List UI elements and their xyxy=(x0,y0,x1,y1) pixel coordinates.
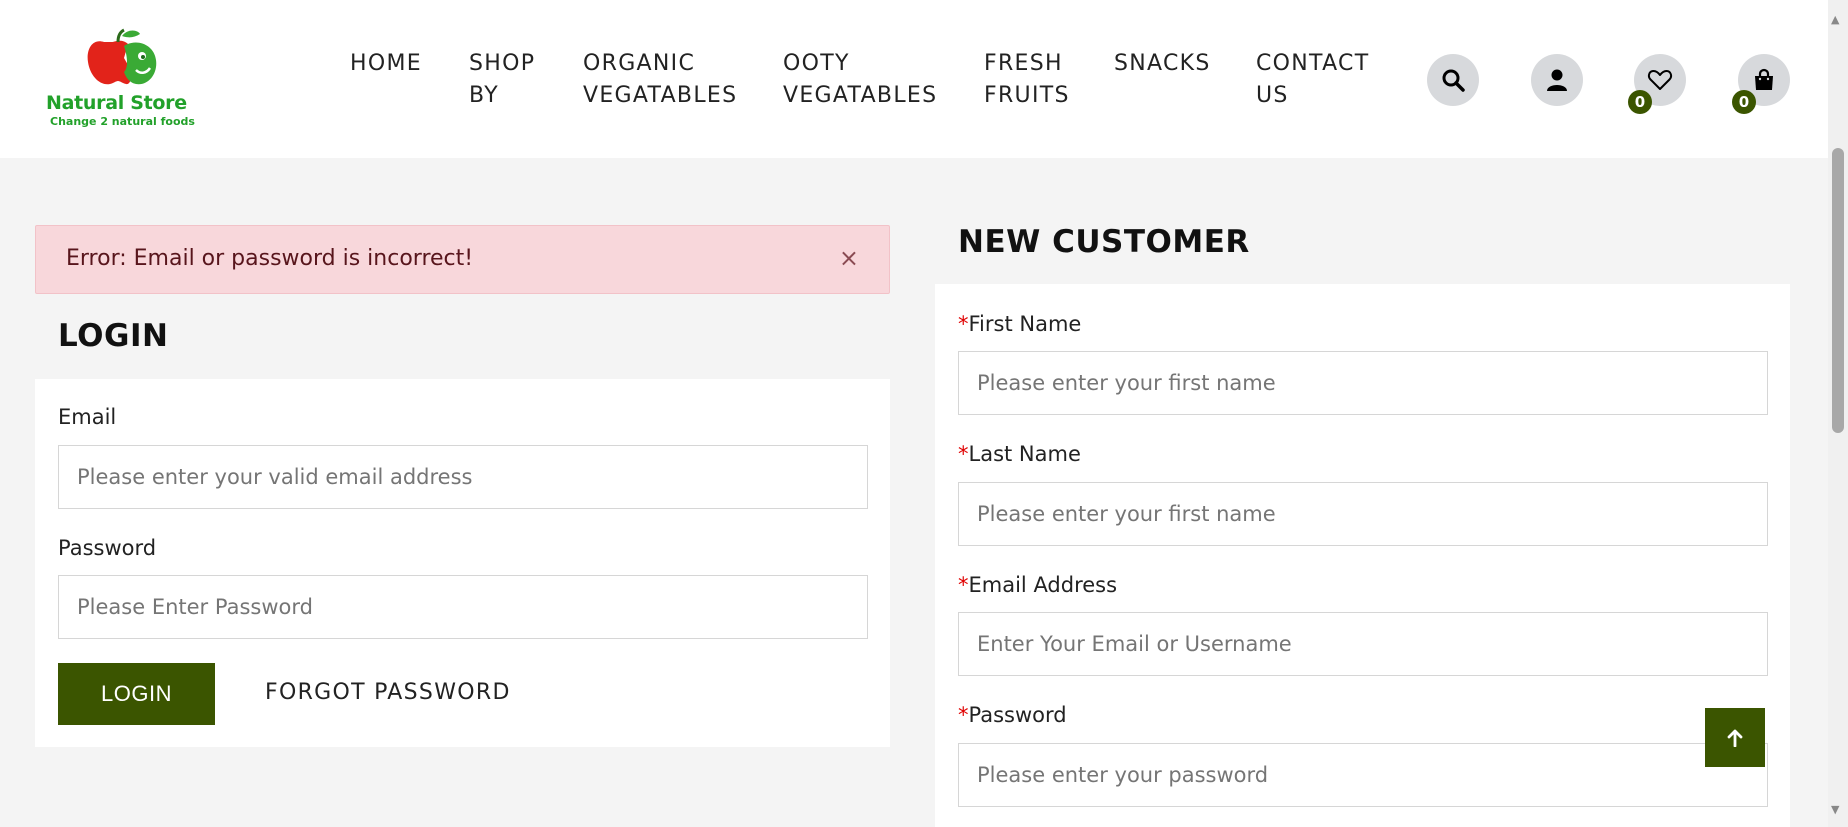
nav-item-shop-by[interactable]: SHOP BY xyxy=(469,48,535,112)
nav-item-contact-us[interactable]: CONTACT US xyxy=(1256,48,1369,112)
logo-name: Natural Store xyxy=(46,92,187,114)
shopping-bag-icon xyxy=(1755,68,1773,90)
arrow-up-icon xyxy=(1727,729,1743,747)
register-email-field[interactable] xyxy=(958,612,1768,676)
nav-item-ooty-vegatables[interactable]: OOTY VEGATABLES xyxy=(783,48,937,112)
forgot-password-link[interactable]: FORGOT PASSWORD xyxy=(265,680,511,705)
site-header: Natural Store Change 2 natural foods HOM… xyxy=(0,0,1828,158)
cart-count-badge: 0 xyxy=(1732,90,1756,114)
page-scrollbar[interactable]: ▲ ▼ xyxy=(1828,0,1848,827)
first-name-label: *First Name xyxy=(958,312,1081,336)
scrollbar-thumb[interactable] xyxy=(1832,148,1844,433)
heart-icon xyxy=(1647,70,1673,90)
required-mark: * xyxy=(958,703,969,727)
cart-button[interactable]: 0 xyxy=(1732,54,1790,114)
password-label: Password xyxy=(58,536,157,560)
apple-logo-icon xyxy=(87,28,157,85)
first-name-label-text: First Name xyxy=(968,312,1082,336)
wishlist-button[interactable]: 0 xyxy=(1628,54,1686,114)
required-mark: * xyxy=(958,312,969,336)
register-email-label-text: Email Address xyxy=(968,573,1118,597)
login-button[interactable]: LOGIN xyxy=(58,663,215,725)
new-customer-title: NEW CUSTOMER xyxy=(958,224,1250,260)
nav-item-organic-vegatables[interactable]: ORGANIC VEGATABLES xyxy=(583,48,737,112)
user-icon xyxy=(1547,69,1567,91)
email-field[interactable] xyxy=(58,445,868,509)
register-password-field[interactable] xyxy=(958,743,1768,807)
required-mark: * xyxy=(958,442,969,466)
search-button[interactable] xyxy=(1427,54,1479,106)
required-mark: * xyxy=(958,573,969,597)
logo-tagline: Change 2 natural foods xyxy=(50,115,195,128)
last-name-label: *Last Name xyxy=(958,442,1081,466)
nav-item-snacks[interactable]: SNACKS xyxy=(1114,48,1211,80)
scroll-to-top-button[interactable] xyxy=(1705,708,1765,767)
close-icon[interactable]: × xyxy=(839,244,859,272)
search-icon xyxy=(1442,69,1465,92)
error-alert: Error: Email or password is incorrect! × xyxy=(35,225,890,294)
scroll-up-icon[interactable]: ▲ xyxy=(1831,14,1839,26)
password-field[interactable] xyxy=(58,575,868,639)
last-name-field[interactable] xyxy=(958,482,1768,546)
nav-item-home[interactable]: HOME xyxy=(350,48,422,80)
register-password-label: *Password xyxy=(958,703,1067,727)
scroll-down-icon[interactable]: ▼ xyxy=(1831,804,1839,816)
register-email-label: *Email Address xyxy=(958,573,1117,597)
login-title: LOGIN xyxy=(58,318,169,354)
account-button[interactable] xyxy=(1531,54,1583,106)
logo[interactable]: Natural Store Change 2 natural foods xyxy=(44,28,195,132)
error-alert-message: Error: Email or password is incorrect! xyxy=(66,246,474,271)
last-name-label-text: Last Name xyxy=(968,442,1081,466)
register-password-label-text: Password xyxy=(968,703,1067,727)
first-name-field[interactable] xyxy=(958,351,1768,415)
nav-item-fresh-fruits[interactable]: FRESH FRUITS xyxy=(984,48,1070,112)
wishlist-count-badge: 0 xyxy=(1628,90,1652,114)
email-label: Email xyxy=(58,405,117,429)
